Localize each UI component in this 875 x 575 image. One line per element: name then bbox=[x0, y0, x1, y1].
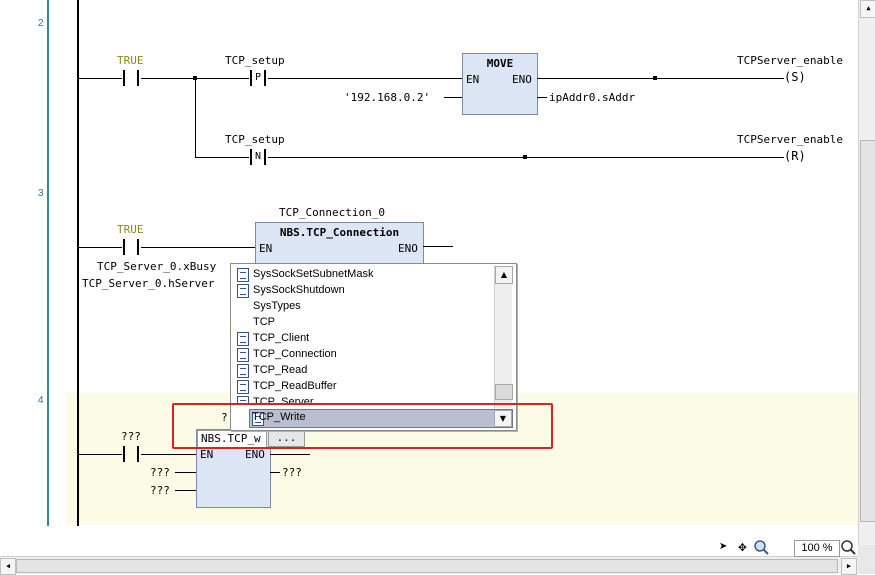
fb-title: NBS.TCP_Connection bbox=[279, 226, 400, 239]
autocomplete-list[interactable]: SysSockSetSubnetMask SysSockShutdown Sys… bbox=[233, 266, 495, 404]
input-placeholder[interactable]: ??? bbox=[150, 484, 170, 497]
document-icon bbox=[237, 268, 249, 282]
list-item[interactable]: SysTypes bbox=[233, 298, 495, 314]
rung-number: 2 bbox=[38, 18, 44, 29]
list-item[interactable]: TCP_Read bbox=[233, 362, 495, 378]
coil-reset-label: TCPServer_enable bbox=[737, 133, 843, 146]
normally-open-contact[interactable] bbox=[122, 70, 140, 88]
zoom-tool-icon[interactable] bbox=[753, 539, 770, 556]
input-placeholder[interactable]: ??? bbox=[150, 466, 170, 479]
fb-en: EN bbox=[200, 448, 214, 461]
zoom-icon[interactable] bbox=[840, 539, 857, 556]
vertical-scrollbar[interactable]: ▲ bbox=[858, 0, 875, 545]
setup-p-label: TCP_setup bbox=[225, 54, 285, 67]
scroll-up-icon[interactable]: ▲ bbox=[495, 266, 513, 284]
scrollbar-thumb[interactable] bbox=[16, 559, 838, 573]
horizontal-scrollbar[interactable]: ◀ ▶ bbox=[0, 556, 858, 575]
fb-en: EN bbox=[259, 242, 273, 255]
annotation-highlight bbox=[172, 403, 553, 449]
tcp-connection-block[interactable]: NBS.TCP_Connection EN ENO bbox=[255, 222, 424, 268]
fb-eno: ENO bbox=[398, 242, 418, 255]
document-icon bbox=[237, 348, 249, 362]
move-eno: ENO bbox=[512, 73, 532, 86]
normally-open-contact[interactable] bbox=[122, 239, 140, 257]
scroll-corner bbox=[858, 545, 875, 574]
setup-n-label: TCP_setup bbox=[225, 133, 285, 146]
list-item[interactable]: TCP bbox=[233, 314, 495, 330]
list-item[interactable]: TCP_Connection bbox=[233, 346, 495, 362]
scroll-right-icon[interactable]: ▶ bbox=[841, 558, 857, 575]
rung-number: 4 bbox=[38, 395, 44, 406]
editor-toolbar: ➤ ✥ 100 % bbox=[712, 538, 858, 558]
input-handle[interactable]: TCP_Server_0.hServer bbox=[82, 277, 214, 290]
scrollbar-up-button[interactable]: ▲ bbox=[860, 0, 875, 18]
popup-scrollbar[interactable]: ▲ bbox=[494, 266, 513, 408]
document-icon bbox=[237, 284, 249, 298]
pan-tool-icon[interactable]: ✥ bbox=[734, 539, 751, 556]
document-icon bbox=[237, 364, 249, 378]
fb-instance-name[interactable]: TCP_Connection_0 bbox=[279, 206, 385, 219]
document-icon bbox=[237, 380, 249, 394]
rung-number: 3 bbox=[38, 188, 44, 199]
fb-eno: ENO bbox=[245, 448, 265, 461]
junction-dot bbox=[193, 76, 197, 80]
contact-true-label: TRUE bbox=[117, 223, 144, 236]
list-item[interactable]: TCP_ReadBuffer bbox=[233, 378, 495, 394]
move-block[interactable]: MOVE EN ENO bbox=[462, 53, 538, 115]
scrollbar-thumb[interactable] bbox=[860, 140, 875, 522]
falling-edge-contact[interactable]: N bbox=[249, 149, 267, 167]
normally-open-contact[interactable] bbox=[122, 446, 140, 464]
output-placeholder[interactable]: ??? bbox=[282, 466, 302, 479]
pointer-tool-icon[interactable]: ➤ bbox=[715, 539, 732, 556]
list-item[interactable]: SysSockShutdown bbox=[233, 282, 495, 298]
input-busy[interactable]: TCP_Server_0.xBusy bbox=[97, 260, 216, 273]
scrollbar-thumb[interactable] bbox=[495, 384, 513, 400]
rising-edge-contact[interactable]: P bbox=[249, 70, 267, 88]
scroll-left-icon[interactable]: ◀ bbox=[0, 558, 16, 575]
coil-set-label: TCPServer_enable bbox=[737, 54, 843, 67]
rung-rail-left bbox=[47, 0, 49, 526]
move-block-title: MOVE bbox=[486, 57, 514, 70]
move-output-value[interactable]: ipAddr0.sAddr bbox=[549, 91, 635, 104]
document-icon bbox=[237, 332, 249, 346]
move-input-value[interactable]: '192.168.0.2' bbox=[344, 91, 430, 104]
list-item[interactable]: TCP_Client bbox=[233, 330, 495, 346]
move-en: EN bbox=[466, 73, 480, 86]
contact-label[interactable]: ??? bbox=[121, 430, 141, 443]
set-coil[interactable]: (S) bbox=[784, 70, 806, 84]
list-item[interactable]: SysSockSetSubnetMask bbox=[233, 266, 495, 282]
reset-coil[interactable]: (R) bbox=[784, 149, 806, 163]
contact-true-label: TRUE bbox=[117, 54, 144, 67]
zoom-level[interactable]: 100 % bbox=[794, 540, 840, 557]
